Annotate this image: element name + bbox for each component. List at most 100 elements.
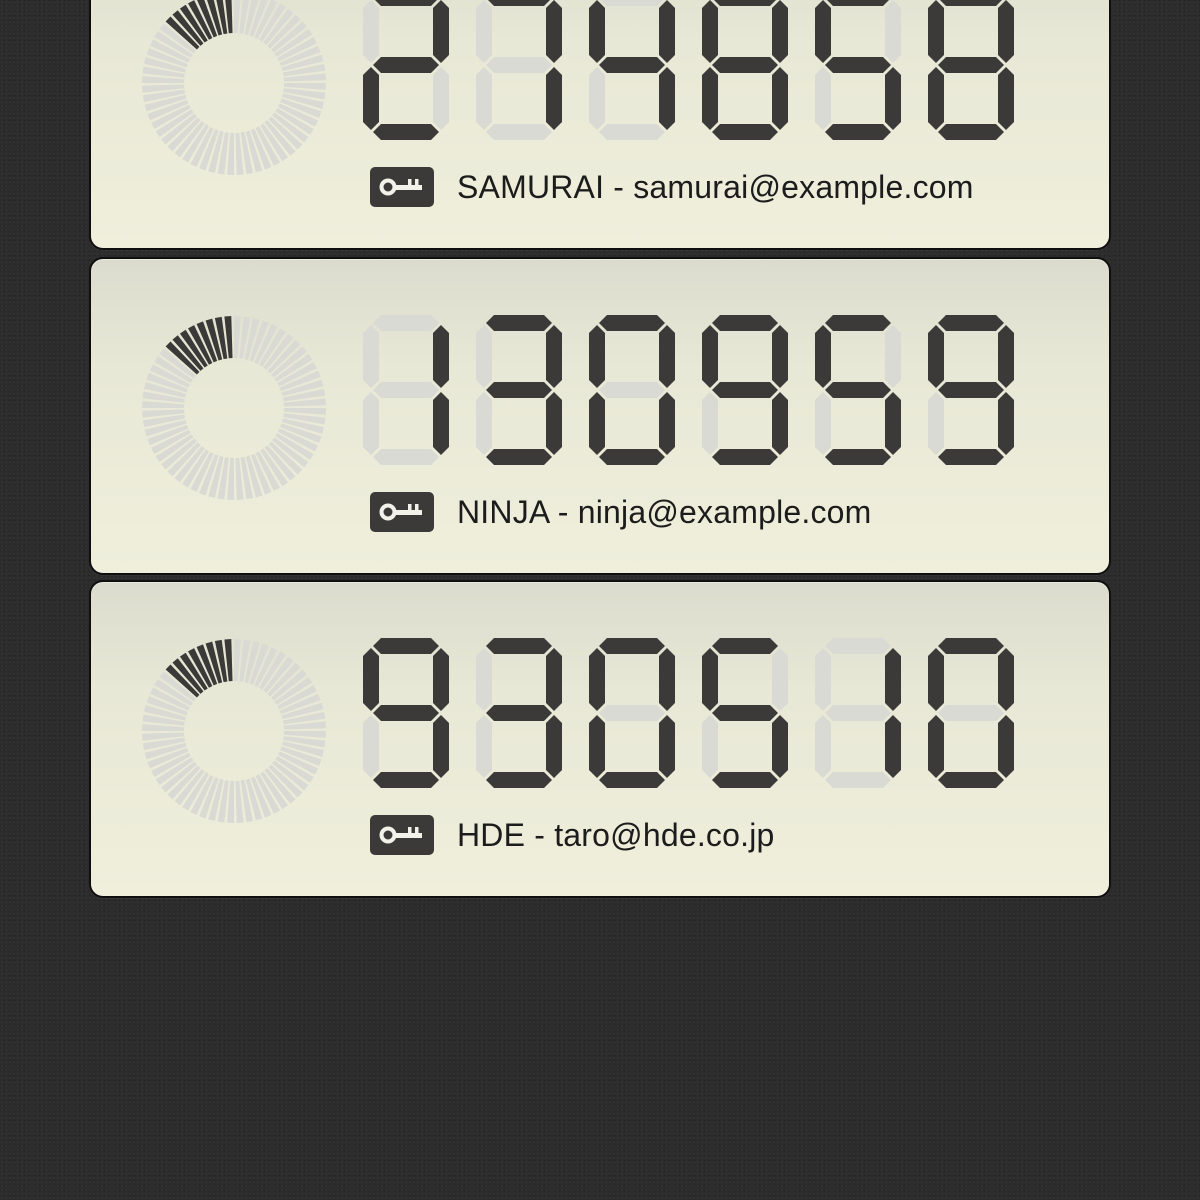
timer-tick-remaining xyxy=(283,408,326,415)
digit-segment-off xyxy=(373,315,439,331)
digit-segment-off xyxy=(815,67,831,130)
digit-segment-off xyxy=(885,325,901,388)
digit-segment-on xyxy=(928,0,944,63)
token-list: SAMURAI - samurai@example.com NINJA - ni… xyxy=(0,0,1200,1200)
otp-digit xyxy=(815,315,901,465)
digit-segment-on xyxy=(827,0,889,6)
digit-segment-on xyxy=(825,124,891,140)
digit-segment-on xyxy=(486,449,552,465)
digit-segment-off xyxy=(772,648,788,711)
digit-segment-off xyxy=(938,705,1004,721)
digit-segment-on xyxy=(712,382,778,398)
digit-segment-on xyxy=(998,67,1014,130)
digit-segment-off xyxy=(885,0,901,63)
digit-segment-on xyxy=(712,638,778,654)
digit-segment-off xyxy=(373,449,439,465)
digit-segment-on xyxy=(825,382,891,398)
otp-digit xyxy=(363,315,449,465)
digit-segment-on xyxy=(373,705,439,721)
otp-code-display xyxy=(363,0,1014,140)
token-card-hde[interactable]: HDE - taro@hde.co.jp xyxy=(89,580,1111,898)
digit-segment-on xyxy=(998,392,1014,455)
digit-segment-on xyxy=(928,648,944,711)
digit-segment-off xyxy=(815,715,831,778)
otp-digit xyxy=(589,315,675,465)
digit-segment-off xyxy=(825,705,891,721)
digit-segment-on xyxy=(772,392,788,455)
digit-segment-off xyxy=(373,382,439,398)
digit-segment-off xyxy=(702,392,718,455)
digit-segment-on xyxy=(433,715,449,778)
digit-segment-on xyxy=(373,57,439,73)
timer-ring xyxy=(142,0,326,175)
token-card-samurai[interactable]: SAMURAI - samurai@example.com xyxy=(89,0,1111,250)
digit-segment-off xyxy=(815,648,831,711)
digit-segment-off xyxy=(599,124,665,140)
digit-segment-on xyxy=(486,315,552,331)
otp-digit xyxy=(363,638,449,788)
digit-segment-on xyxy=(486,638,552,654)
otp-digit xyxy=(928,315,1014,465)
digit-segment-off xyxy=(433,67,449,130)
digit-segment-on xyxy=(712,57,778,73)
timer-tick-remaining xyxy=(142,76,185,83)
digit-segment-on xyxy=(659,715,675,778)
digit-segment-on xyxy=(702,67,718,130)
digit-segment-on xyxy=(885,392,901,455)
digit-segment-off xyxy=(363,392,379,455)
digit-segment-on xyxy=(659,325,675,388)
account-row: NINJA - ninja@example.com xyxy=(370,491,872,533)
digit-segment-on xyxy=(772,325,788,388)
otp-digit xyxy=(589,638,675,788)
otp-digit xyxy=(928,0,1014,140)
key-icon xyxy=(370,492,434,532)
digit-segment-off xyxy=(825,772,891,788)
digit-segment-on xyxy=(589,392,605,455)
digit-segment-off xyxy=(363,325,379,388)
digit-segment-on xyxy=(938,449,1004,465)
digit-segment-on xyxy=(488,0,550,6)
digit-segment-on xyxy=(712,315,778,331)
digit-segment-on xyxy=(599,449,665,465)
digit-segment-off xyxy=(486,124,552,140)
digit-segment-on xyxy=(599,315,665,331)
timer-ring xyxy=(142,316,326,500)
digit-segment-on xyxy=(712,449,778,465)
otp-digit xyxy=(702,0,788,140)
timer-tick-remaining xyxy=(234,316,241,359)
digit-segment-on xyxy=(433,648,449,711)
digit-segment-on xyxy=(599,638,665,654)
account-label: NINJA - ninja@example.com xyxy=(457,493,872,530)
digit-segment-on xyxy=(772,715,788,778)
otp-digit xyxy=(702,638,788,788)
digit-segment-off xyxy=(476,325,492,388)
otp-digit xyxy=(815,0,901,140)
digit-segment-on xyxy=(938,382,1004,398)
digit-segment-off xyxy=(476,0,492,63)
digit-segment-on xyxy=(546,392,562,455)
digit-segment-off xyxy=(825,638,891,654)
digit-segment-on xyxy=(659,392,675,455)
digit-segment-on xyxy=(659,67,675,130)
otp-code-display xyxy=(363,638,1014,788)
digit-segment-on xyxy=(998,648,1014,711)
otp-digit xyxy=(815,638,901,788)
digit-segment-on xyxy=(928,715,944,778)
digit-segment-on xyxy=(589,325,605,388)
digit-segment-off xyxy=(476,67,492,130)
digit-segment-on xyxy=(772,0,788,63)
token-card-ninja[interactable]: NINJA - ninja@example.com xyxy=(89,257,1111,575)
digit-segment-on xyxy=(940,0,1002,6)
digit-segment-off xyxy=(601,0,663,6)
timer-tick-remaining xyxy=(283,83,326,90)
digit-segment-on xyxy=(433,0,449,63)
timer-tick-remaining xyxy=(227,457,234,500)
digit-segment-on xyxy=(885,715,901,778)
digit-segment-off xyxy=(363,715,379,778)
digit-segment-on xyxy=(825,57,891,73)
digit-segment-on xyxy=(363,648,379,711)
digit-segment-off xyxy=(599,382,665,398)
digit-segment-on xyxy=(998,715,1014,778)
digit-segment-off xyxy=(928,392,944,455)
digit-segment-on xyxy=(373,772,439,788)
